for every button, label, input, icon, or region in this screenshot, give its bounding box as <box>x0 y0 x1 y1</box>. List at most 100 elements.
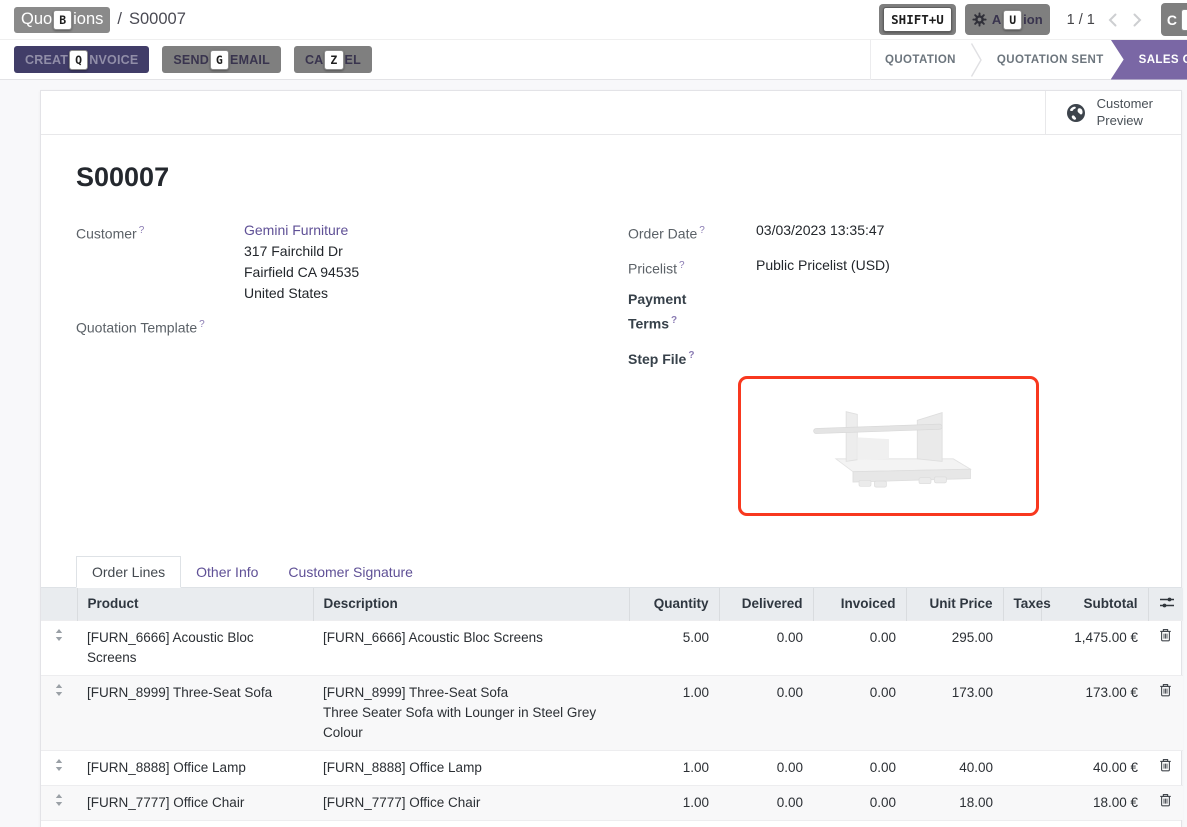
tab-other-info[interactable]: Other Info <box>181 557 273 587</box>
help-icon: ? <box>671 315 677 326</box>
cell-unit-price[interactable]: 295.00 <box>906 620 1003 675</box>
cell-product[interactable]: [FURN_7777] Office Chair <box>77 785 313 820</box>
delete-row-button[interactable] <box>1148 620 1183 675</box>
address-line-2: Fairfield CA 94535 <box>244 262 359 283</box>
delete-row-button[interactable] <box>1148 785 1183 820</box>
table-header-row: Product Description Quantity Delivered I… <box>41 588 1183 621</box>
control-panel: QuoBions / S00007 SHIFT+U A U <box>0 0 1187 80</box>
tab-order-lines[interactable]: Order Lines <box>76 556 181 588</box>
pricelist-value[interactable]: Public Pricelist (USD) <box>738 255 890 280</box>
optional-columns-toggle[interactable] <box>1148 588 1183 621</box>
cell-quantity[interactable]: 1.00 <box>629 750 719 785</box>
table-row[interactable]: [FURN_8888] Office Lamp [FURN_8888] Offi… <box>41 750 1183 785</box>
payment-terms-input[interactable] <box>738 289 756 335</box>
table-row[interactable]: [FURN_8999] Three-Seat Sofa [FURN_8999] … <box>41 675 1183 750</box>
step-file-highlighted-preview[interactable] <box>738 376 1039 516</box>
step-file-label-text: Step File <box>628 351 686 367</box>
cell-invoiced[interactable]: 0.00 <box>813 785 906 820</box>
drag-handle[interactable] <box>41 750 77 785</box>
field-step-file: Step File? <box>628 345 1146 516</box>
column-invoiced[interactable]: Invoiced <box>813 588 906 621</box>
field-grid: Customer? Gemini Furniture 317 Fairchild… <box>76 220 1146 526</box>
cancel-button[interactable]: CAZEL <box>294 46 372 73</box>
cell-invoiced[interactable]: 0.00 <box>813 750 906 785</box>
create-invoice-button[interactable]: CREATQNVOICE <box>14 46 149 73</box>
cell-delivered[interactable]: 0.00 <box>719 750 813 785</box>
cell-invoiced[interactable]: 0.00 <box>813 620 906 675</box>
drag-handle[interactable] <box>41 675 77 750</box>
order-date-value[interactable]: 03/03/2023 13:35:47 <box>738 220 884 245</box>
cell-description[interactable]: [FURN_7777] Office Chair <box>313 785 629 820</box>
breadcrumb-quotations-link[interactable]: QuoBions <box>14 7 110 33</box>
3d-model-image <box>749 386 1029 506</box>
column-delivered[interactable]: Delivered <box>719 588 813 621</box>
notebook-tabs: Order Lines Other Info Customer Signatur… <box>41 556 1181 588</box>
field-order-date: Order Date? 03/03/2023 13:35:47 <box>628 220 1146 245</box>
column-quantity[interactable]: Quantity <box>629 588 719 621</box>
breadcrumb-quotations-post: ions <box>73 10 103 29</box>
cell-description[interactable]: [FURN_6666] Acoustic Bloc Screens <box>313 620 629 675</box>
chevron-right-icon[interactable] <box>1133 13 1142 27</box>
customer-preview-button[interactable]: Customer Preview <box>1045 91 1181 134</box>
quotation-template-label: Quotation Template? <box>76 314 226 339</box>
action-menu-button[interactable]: A U ion <box>965 4 1050 35</box>
customer-link[interactable]: Gemini Furniture <box>244 222 348 238</box>
keyboard-hint-badge: Q <box>69 50 88 70</box>
cell-unit-price[interactable]: 40.00 <box>906 750 1003 785</box>
cell-taxes[interactable] <box>1003 785 1041 820</box>
status-separator-chevron-icon <box>970 41 983 79</box>
order-lines-table: Product Description Quantity Delivered I… <box>41 588 1183 820</box>
column-subtotal[interactable]: Subtotal <box>1041 588 1148 621</box>
cell-unit-price[interactable]: 18.00 <box>906 785 1003 820</box>
cell-taxes[interactable] <box>1003 675 1041 750</box>
cell-invoiced[interactable]: 0.00 <box>813 675 906 750</box>
column-product[interactable]: Product <box>77 588 313 621</box>
drag-handle[interactable] <box>41 785 77 820</box>
payment-terms-label: Payment Terms? <box>628 289 738 335</box>
column-description[interactable]: Description <box>313 588 629 621</box>
cell-taxes[interactable] <box>1003 750 1041 785</box>
statusbar: QUOTATION QUOTATION SENT SALES ORDER <box>870 40 1187 80</box>
chevron-left-icon[interactable] <box>1108 13 1117 27</box>
cell-product[interactable]: [FURN_8888] Office Lamp <box>77 750 313 785</box>
cell-product[interactable]: [FURN_6666] Acoustic Bloc Screens <box>77 620 313 675</box>
cell-subtotal: 173.00 € <box>1041 675 1148 750</box>
keyboard-hint-badge: Z <box>324 50 343 70</box>
cell-description[interactable]: [FURN_8999] Three-Seat Sofa Three Seater… <box>313 675 629 750</box>
column-unit-price[interactable]: Unit Price <box>906 588 1003 621</box>
topbar-right-cluster: SHIFT+U A U ion 1 / 1 <box>879 3 1187 36</box>
field-column-left: Customer? Gemini Furniture 317 Fairchild… <box>76 220 628 526</box>
field-customer: Customer? Gemini Furniture 317 Fairchild… <box>76 220 628 304</box>
cell-unit-price[interactable]: 173.00 <box>906 675 1003 750</box>
table-row[interactable]: [FURN_7777] Office Chair [FURN_7777] Off… <box>41 785 1183 820</box>
tab-customer-signature[interactable]: Customer Signature <box>273 557 428 587</box>
cell-quantity[interactable]: 1.00 <box>629 785 719 820</box>
help-icon: ? <box>688 350 694 361</box>
cell-taxes[interactable] <box>1003 620 1041 675</box>
status-step-quotation-sent[interactable]: QUOTATION SENT <box>983 40 1118 80</box>
send-email-button[interactable]: SENDGEMAIL <box>162 46 281 73</box>
cell-delivered[interactable]: 0.00 <box>719 675 813 750</box>
cell-quantity[interactable]: 1.00 <box>629 675 719 750</box>
delete-row-button[interactable] <box>1148 750 1183 785</box>
quotation-template-label-text: Quotation Template <box>76 320 197 336</box>
trash-icon <box>1159 683 1172 697</box>
help-icon: ? <box>679 260 685 271</box>
status-step-quotation[interactable]: QUOTATION <box>871 40 970 80</box>
create-invoice-label-pre: CREAT <box>25 53 68 67</box>
column-taxes[interactable]: Taxes <box>1003 588 1041 621</box>
cell-description[interactable]: [FURN_8888] Office Lamp <box>313 750 629 785</box>
drag-handle[interactable] <box>41 620 77 675</box>
cell-quantity[interactable]: 5.00 <box>629 620 719 675</box>
form-view: Customer Preview S00007 Customer? Gemini… <box>0 80 1187 827</box>
table-row[interactable]: [FURN_6666] Acoustic Bloc Screens [FURN_… <box>41 620 1183 675</box>
status-step-sales-order[interactable]: SALES ORDER <box>1111 40 1187 80</box>
cell-delivered[interactable]: 0.00 <box>719 785 813 820</box>
cell-delivered[interactable]: 0.00 <box>719 620 813 675</box>
delete-row-button[interactable] <box>1148 675 1183 750</box>
field-column-right: Order Date? 03/03/2023 13:35:47 Pricelis… <box>628 220 1146 526</box>
cell-product[interactable]: [FURN_8999] Three-Seat Sofa <box>77 675 313 750</box>
page-title: S00007 <box>76 162 1146 193</box>
quotation-template-input[interactable] <box>226 314 244 339</box>
cutoff-edge-button[interactable]: C <box>1161 3 1187 36</box>
